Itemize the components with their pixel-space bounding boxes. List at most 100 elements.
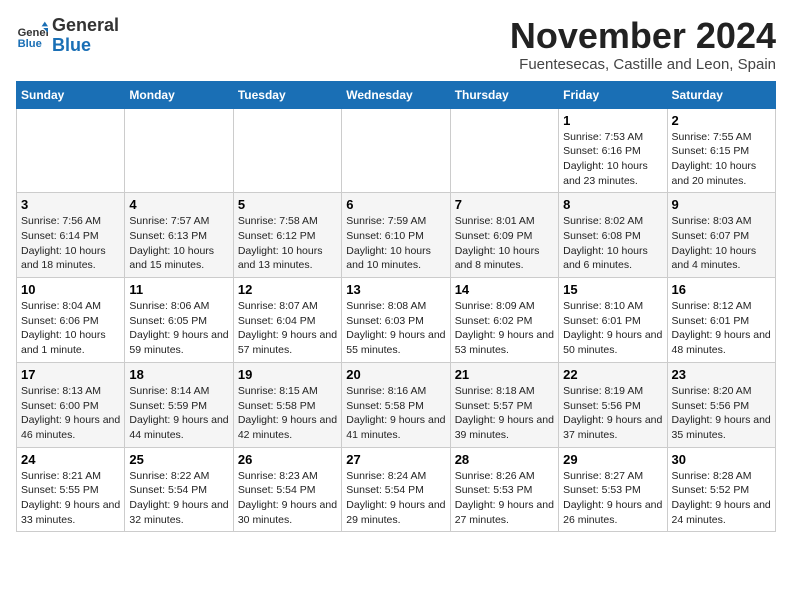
day-info: Sunrise: 8:06 AM Sunset: 6:05 PM Dayligh… [129, 299, 228, 358]
title-block: November 2024 Fuentesecas, Castille and … [510, 16, 776, 73]
day-info: Sunrise: 7:56 AM Sunset: 6:14 PM Dayligh… [21, 214, 120, 273]
calendar-cell: 9 Sunrise: 8:03 AM Sunset: 6:07 PM Daylig… [667, 193, 775, 278]
day-info: Sunrise: 8:20 AM Sunset: 5:56 PM Dayligh… [672, 384, 771, 443]
calendar-cell [233, 108, 341, 193]
day-header-tuesday: Tuesday [233, 81, 341, 108]
day-info: Sunrise: 8:23 AM Sunset: 5:54 PM Dayligh… [238, 469, 337, 528]
logo-blue: Blue [52, 35, 91, 55]
day-header-sunday: Sunday [17, 81, 125, 108]
logo-text: General Blue [52, 16, 119, 56]
logo: General Blue General Blue [16, 16, 119, 56]
day-number: 2 [672, 113, 771, 128]
day-number: 17 [21, 367, 120, 382]
day-info: Sunrise: 8:21 AM Sunset: 5:55 PM Dayligh… [21, 469, 120, 528]
calendar-cell [125, 108, 233, 193]
calendar-cell: 28Sunrise: 8:26 AM Sunset: 5:53 PM Dayli… [450, 447, 558, 532]
calendar-cell: 7 Sunrise: 8:01 AM Sunset: 6:09 PM Daylig… [450, 193, 558, 278]
calendar-cell: 25 Sunrise: 8:22 AM Sunset: 5:54 PM Dayli… [125, 447, 233, 532]
day-number: 5 [238, 197, 337, 212]
day-header-saturday: Saturday [667, 81, 775, 108]
day-number: 1 [563, 113, 662, 128]
calendar-cell: 23 Sunrise: 8:20 AM Sunset: 5:56 PM Dayli… [667, 362, 775, 447]
calendar-cell: 24 Sunrise: 8:21 AM Sunset: 5:55 PM Dayli… [17, 447, 125, 532]
calendar-cell [450, 108, 558, 193]
calendar-body: 1 Sunrise: 7:53 AM Sunset: 6:16 PM Daylig… [17, 108, 776, 532]
calendar-week-5: 24 Sunrise: 8:21 AM Sunset: 5:55 PM Dayli… [17, 447, 776, 532]
page-header: General Blue General Blue November 2024 … [16, 16, 776, 73]
day-number: 7 [455, 197, 554, 212]
calendar-cell [342, 108, 450, 193]
day-info: Sunrise: 8:14 AM Sunset: 5:59 PM Dayligh… [129, 384, 228, 443]
calendar-cell: 10Sunrise: 8:04 AM Sunset: 6:06 PM Dayli… [17, 278, 125, 363]
day-info: Sunrise: 8:02 AM Sunset: 6:08 PM Dayligh… [563, 214, 662, 273]
day-number: 3 [21, 197, 120, 212]
day-info: Sunrise: 7:59 AM Sunset: 6:10 PM Dayligh… [346, 214, 445, 273]
calendar-week-4: 17 Sunrise: 8:13 AM Sunset: 6:00 PM Dayli… [17, 362, 776, 447]
day-info: Sunrise: 8:03 AM Sunset: 6:07 PM Dayligh… [672, 214, 771, 273]
day-number: 16 [672, 282, 771, 297]
day-number: 4 [129, 197, 228, 212]
day-number: 12 [238, 282, 337, 297]
day-info: Sunrise: 8:01 AM Sunset: 6:09 PM Dayligh… [455, 214, 554, 273]
day-number: 24 [21, 452, 120, 467]
day-number: 23 [672, 367, 771, 382]
calendar-cell: 22Sunrise: 8:19 AM Sunset: 5:56 PM Dayli… [559, 362, 667, 447]
calendar-cell: 6 Sunrise: 7:59 AM Sunset: 6:10 PM Daylig… [342, 193, 450, 278]
day-info: Sunrise: 8:16 AM Sunset: 5:58 PM Dayligh… [346, 384, 445, 443]
calendar-cell: 12 Sunrise: 8:07 AM Sunset: 6:04 PM Dayli… [233, 278, 341, 363]
calendar-cell: 27Sunrise: 8:24 AM Sunset: 5:54 PM Dayli… [342, 447, 450, 532]
day-number: 10 [21, 282, 120, 297]
day-header-wednesday: Wednesday [342, 81, 450, 108]
day-info: Sunrise: 7:55 AM Sunset: 6:15 PM Dayligh… [672, 130, 771, 189]
calendar-cell: 20 Sunrise: 8:16 AM Sunset: 5:58 PM Dayli… [342, 362, 450, 447]
calendar-cell: 14 Sunrise: 8:09 AM Sunset: 6:02 PM Dayli… [450, 278, 558, 363]
day-info: Sunrise: 8:18 AM Sunset: 5:57 PM Dayligh… [455, 384, 554, 443]
day-info: Sunrise: 8:08 AM Sunset: 6:03 PM Dayligh… [346, 299, 445, 358]
logo-icon: General Blue [16, 20, 48, 52]
day-number: 21 [455, 367, 554, 382]
day-number: 19 [238, 367, 337, 382]
day-number: 8 [563, 197, 662, 212]
calendar-cell: 4 Sunrise: 7:57 AM Sunset: 6:13 PM Daylig… [125, 193, 233, 278]
day-number: 13 [346, 282, 445, 297]
day-number: 25 [129, 452, 228, 467]
logo-general: General [52, 15, 119, 35]
day-info: Sunrise: 8:13 AM Sunset: 6:00 PM Dayligh… [21, 384, 120, 443]
calendar-week-1: 1 Sunrise: 7:53 AM Sunset: 6:16 PM Daylig… [17, 108, 776, 193]
day-header-thursday: Thursday [450, 81, 558, 108]
header-row: SundayMondayTuesdayWednesdayThursdayFrid… [17, 81, 776, 108]
calendar-week-2: 3 Sunrise: 7:56 AM Sunset: 6:14 PM Daylig… [17, 193, 776, 278]
day-info: Sunrise: 8:09 AM Sunset: 6:02 PM Dayligh… [455, 299, 554, 358]
day-number: 14 [455, 282, 554, 297]
calendar-cell: 15 Sunrise: 8:10 AM Sunset: 6:01 PM Dayli… [559, 278, 667, 363]
day-number: 26 [238, 452, 337, 467]
day-info: Sunrise: 8:10 AM Sunset: 6:01 PM Dayligh… [563, 299, 662, 358]
calendar-table: SundayMondayTuesdayWednesdayThursdayFrid… [16, 81, 776, 533]
day-info: Sunrise: 8:22 AM Sunset: 5:54 PM Dayligh… [129, 469, 228, 528]
day-number: 30 [672, 452, 771, 467]
day-info: Sunrise: 8:12 AM Sunset: 6:01 PM Dayligh… [672, 299, 771, 358]
day-header-friday: Friday [559, 81, 667, 108]
calendar-cell: 29Sunrise: 8:27 AM Sunset: 5:53 PM Dayli… [559, 447, 667, 532]
day-info: Sunrise: 8:07 AM Sunset: 6:04 PM Dayligh… [238, 299, 337, 358]
day-info: Sunrise: 8:28 AM Sunset: 5:52 PM Dayligh… [672, 469, 771, 528]
day-number: 28 [455, 452, 554, 467]
calendar-header: SundayMondayTuesdayWednesdayThursdayFrid… [17, 81, 776, 108]
day-number: 11 [129, 282, 228, 297]
day-info: Sunrise: 7:58 AM Sunset: 6:12 PM Dayligh… [238, 214, 337, 273]
day-number: 9 [672, 197, 771, 212]
day-info: Sunrise: 8:15 AM Sunset: 5:58 PM Dayligh… [238, 384, 337, 443]
day-info: Sunrise: 8:24 AM Sunset: 5:54 PM Dayligh… [346, 469, 445, 528]
day-info: Sunrise: 8:19 AM Sunset: 5:56 PM Dayligh… [563, 384, 662, 443]
calendar-week-3: 10Sunrise: 8:04 AM Sunset: 6:06 PM Dayli… [17, 278, 776, 363]
day-info: Sunrise: 7:57 AM Sunset: 6:13 PM Dayligh… [129, 214, 228, 273]
day-info: Sunrise: 7:53 AM Sunset: 6:16 PM Dayligh… [563, 130, 662, 189]
day-number: 15 [563, 282, 662, 297]
calendar-cell: 26 Sunrise: 8:23 AM Sunset: 5:54 PM Dayli… [233, 447, 341, 532]
day-header-monday: Monday [125, 81, 233, 108]
svg-text:Blue: Blue [18, 38, 42, 50]
calendar-cell: 1 Sunrise: 7:53 AM Sunset: 6:16 PM Daylig… [559, 108, 667, 193]
day-number: 6 [346, 197, 445, 212]
day-number: 20 [346, 367, 445, 382]
day-info: Sunrise: 8:27 AM Sunset: 5:53 PM Dayligh… [563, 469, 662, 528]
